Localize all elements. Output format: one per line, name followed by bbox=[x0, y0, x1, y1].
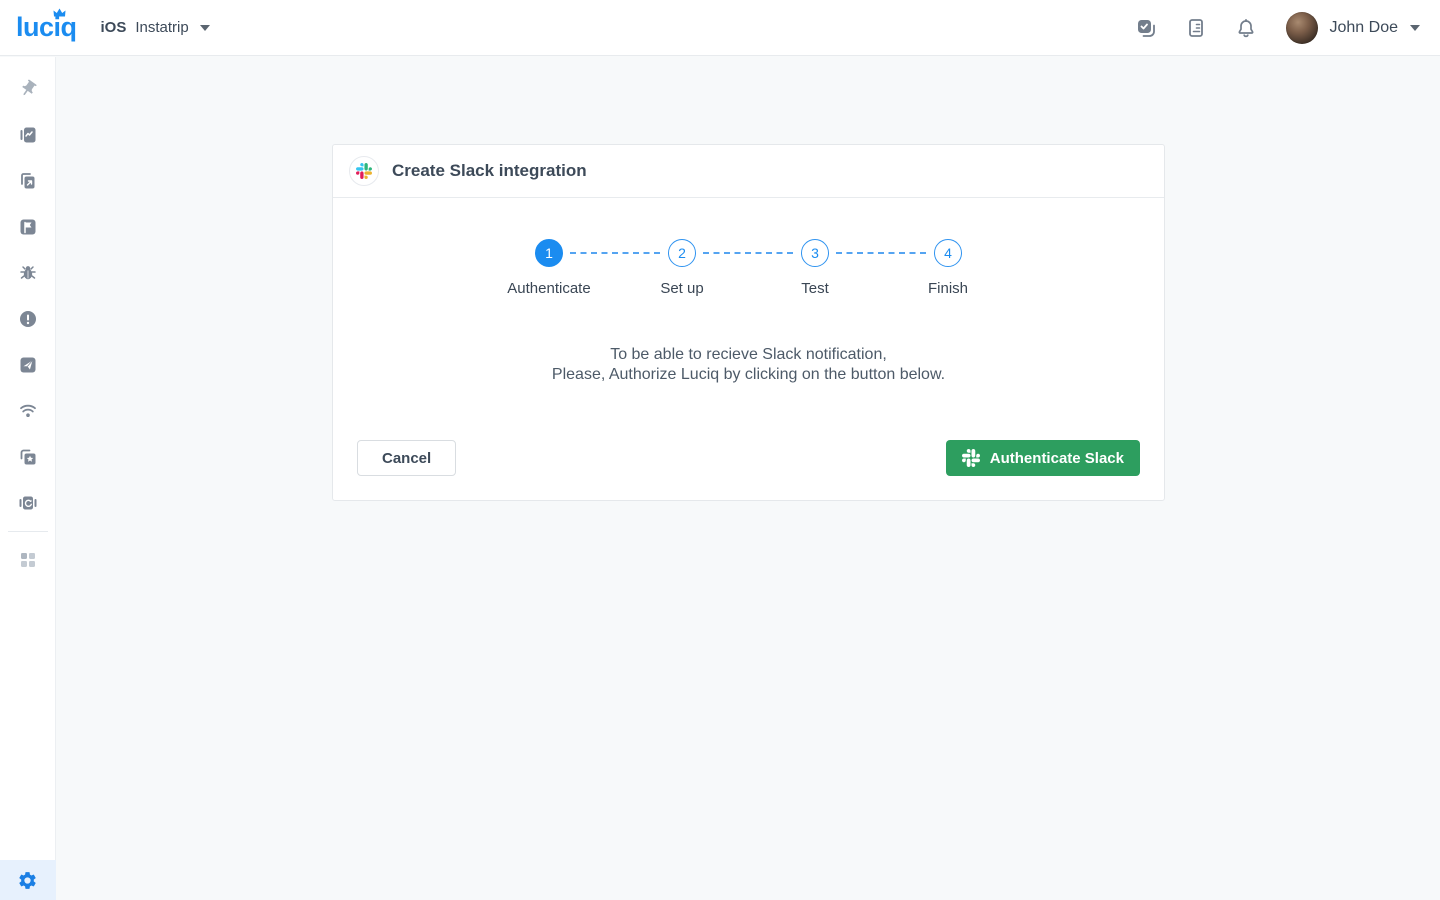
slack-white-icon bbox=[962, 449, 980, 467]
alert-icon[interactable] bbox=[10, 301, 46, 337]
modal-body: 1 Authenticate 2 Set up 3 Test 4 Finish bbox=[333, 198, 1164, 500]
crown-icon bbox=[53, 8, 66, 18]
sidebar-divider bbox=[8, 531, 48, 532]
settings-gear-icon[interactable] bbox=[0, 860, 56, 900]
slack-icon bbox=[349, 156, 379, 186]
user-menu[interactable]: John Doe bbox=[1286, 12, 1421, 44]
notifications-bell-icon[interactable] bbox=[1228, 10, 1264, 46]
caret-down-icon bbox=[200, 25, 210, 31]
step-authenticate: 1 Authenticate bbox=[483, 239, 616, 297]
message-line-1: To be able to recieve Slack notification… bbox=[333, 345, 1164, 365]
sidebar bbox=[0, 57, 56, 900]
top-bar: luciq iOS Instatrip bbox=[0, 0, 1440, 56]
app-platform-label: iOS bbox=[101, 19, 127, 36]
luciq-logo[interactable]: luciq bbox=[16, 14, 77, 41]
cancel-button[interactable]: Cancel bbox=[357, 440, 456, 476]
step-circle: 2 bbox=[668, 239, 696, 267]
app-name-label: Instatrip bbox=[135, 19, 188, 36]
avatar bbox=[1286, 12, 1318, 44]
starred-collection-icon[interactable] bbox=[10, 439, 46, 475]
broadcast-icon[interactable] bbox=[10, 393, 46, 429]
message-line-2: Please, Authorize Luciq by clicking on t… bbox=[333, 365, 1164, 385]
authenticate-slack-button[interactable]: Authenticate Slack bbox=[946, 440, 1140, 476]
tasks-icon[interactable] bbox=[1128, 10, 1164, 46]
modal-actions: Cancel Authenticate Slack bbox=[333, 440, 1164, 476]
step-circle: 1 bbox=[535, 239, 563, 267]
step-set-up: 2 Set up bbox=[616, 239, 749, 297]
modal-title: Create Slack integration bbox=[392, 161, 587, 181]
modal-message: To be able to recieve Slack notification… bbox=[333, 345, 1164, 385]
step-circle: 4 bbox=[934, 239, 962, 267]
send-icon[interactable] bbox=[10, 347, 46, 383]
notes-icon[interactable] bbox=[1178, 10, 1214, 46]
luciq-wordmark: luciq bbox=[16, 12, 77, 42]
step-label: Authenticate bbox=[507, 280, 590, 297]
step-label: Set up bbox=[660, 280, 703, 297]
create-slack-integration-modal: Create Slack integration 1 Authenticate … bbox=[332, 144, 1165, 501]
user-name: John Doe bbox=[1330, 19, 1399, 37]
authenticate-slack-label: Authenticate Slack bbox=[990, 450, 1124, 467]
app-switcher[interactable]: iOS Instatrip bbox=[101, 19, 210, 36]
main-content: Create Slack integration 1 Authenticate … bbox=[57, 57, 1440, 900]
session-replay-icon[interactable] bbox=[10, 485, 46, 521]
export-docs-icon[interactable] bbox=[10, 163, 46, 199]
apps-grid-icon[interactable] bbox=[10, 542, 46, 578]
modal-header: Create Slack integration bbox=[333, 145, 1164, 198]
step-label: Finish bbox=[928, 280, 968, 297]
caret-down-icon bbox=[1410, 25, 1420, 31]
step-test: 3 Test bbox=[749, 239, 882, 297]
bug-icon[interactable] bbox=[10, 255, 46, 291]
step-circle: 3 bbox=[801, 239, 829, 267]
step-label: Test bbox=[801, 280, 829, 297]
pin-icon[interactable] bbox=[10, 71, 46, 107]
device-performance-icon[interactable] bbox=[10, 117, 46, 153]
flag-icon[interactable] bbox=[10, 209, 46, 245]
step-finish: 4 Finish bbox=[882, 239, 1015, 297]
stepper: 1 Authenticate 2 Set up 3 Test 4 Finish bbox=[333, 239, 1164, 297]
